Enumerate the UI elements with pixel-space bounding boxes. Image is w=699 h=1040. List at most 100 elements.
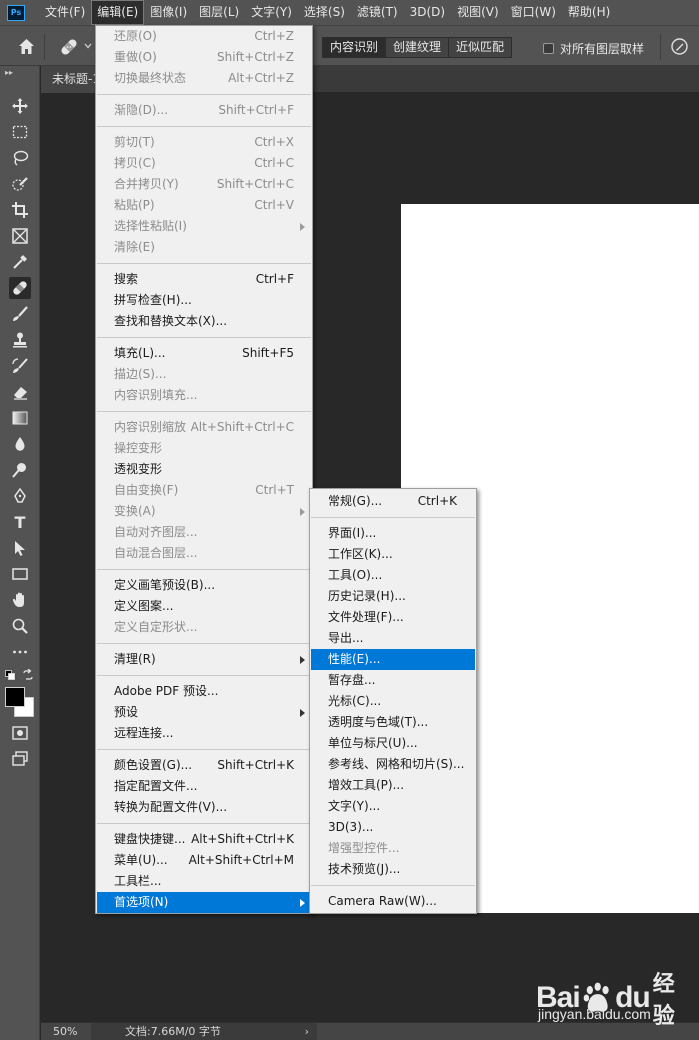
- band-aid-icon[interactable]: [58, 36, 80, 58]
- preferences-menu-item-7[interactable]: 导出...: [311, 628, 475, 649]
- more-tools-icon[interactable]: [9, 641, 31, 663]
- menu-layer[interactable]: 图层(L): [193, 0, 245, 25]
- preferences-menu-item-13[interactable]: 参考线、网格和切片(S)...: [311, 754, 475, 775]
- preferences-menu-item-20[interactable]: Camera Raw(W)...: [311, 891, 475, 912]
- document-info[interactable]: 文档:7.66M/0 字节 ›: [91, 1023, 317, 1040]
- edit-menu-item-35[interactable]: Adobe PDF 预设...: [97, 681, 311, 702]
- edit-menu-item-2[interactable]: 切换最终状态 Alt+Ctrl+Z: [97, 68, 311, 89]
- edit-menu-item-44[interactable]: 菜单(U)... Alt+Shift+Ctrl+M: [97, 850, 311, 871]
- marquee-tool-icon[interactable]: [9, 121, 31, 143]
- preferences-menu-item-18[interactable]: 技术预览(J)...: [311, 859, 475, 880]
- create-texture-button[interactable]: 创建纹理: [386, 38, 450, 57]
- ps-logo-icon[interactable]: Ps: [7, 4, 25, 21]
- lasso-tool-icon[interactable]: [9, 147, 31, 169]
- brush-tool-icon[interactable]: [9, 303, 31, 325]
- blur-tool-icon[interactable]: [9, 433, 31, 455]
- preferences-menu-item-11[interactable]: 透明度与色域(T)...: [311, 712, 475, 733]
- menu-filter[interactable]: 滤镜(T): [351, 0, 404, 25]
- edit-menu-item-40[interactable]: 指定配置文件...: [97, 776, 311, 797]
- edit-menu-item-29[interactable]: 定义画笔预设(B)...: [97, 575, 311, 596]
- move-tool-icon[interactable]: [9, 95, 31, 117]
- preferences-menu-item-12[interactable]: 单位与标尺(U)...: [311, 733, 475, 754]
- default-colors-icon[interactable]: [5, 670, 15, 680]
- preferences-menu-item-3[interactable]: 工作区(K)...: [311, 544, 475, 565]
- zoom-tool-icon[interactable]: [9, 615, 31, 637]
- preferences-menu-item-14[interactable]: 增效工具(P)...: [311, 775, 475, 796]
- menu-select[interactable]: 选择(S): [298, 0, 351, 25]
- healing-brush-tool-icon[interactable]: [9, 277, 31, 299]
- type-tool-icon[interactable]: T: [9, 511, 31, 533]
- menu-help[interactable]: 帮助(H): [562, 0, 616, 25]
- menu-edit[interactable]: 编辑(E): [91, 0, 145, 25]
- path-selection-tool-icon[interactable]: [9, 537, 31, 559]
- edit-menu-item-1[interactable]: 重做(O) Shift+Ctrl+Z: [97, 47, 311, 68]
- preferences-menu-item-10[interactable]: 光标(C)...: [311, 691, 475, 712]
- preferences-menu-item-0[interactable]: 常规(G)... Ctrl+K: [311, 491, 475, 512]
- preferences-menu-item-6[interactable]: 文件处理(F)...: [311, 607, 475, 628]
- edit-menu-item-7[interactable]: 拷贝(C) Ctrl+C: [97, 153, 311, 174]
- edit-menu-item-24[interactable]: 自由变换(F) Ctrl+T: [97, 480, 311, 501]
- sample-all-layers-option[interactable]: 对所有图层取样: [543, 40, 644, 57]
- edit-menu-item-4[interactable]: 渐隐(D)... Shift+Ctrl+F: [97, 100, 311, 121]
- proximity-match-button[interactable]: 近似匹配: [449, 38, 512, 57]
- swap-colors-icon[interactable]: [22, 669, 34, 681]
- foreground-color-swatch[interactable]: [5, 687, 25, 707]
- menu-view[interactable]: 视图(V): [451, 0, 505, 25]
- menu-window[interactable]: 窗口(W): [505, 0, 562, 25]
- content-aware-button[interactable]: 内容识别: [323, 38, 387, 57]
- edit-menu-item-11[interactable]: 清除(E): [97, 237, 311, 258]
- pressure-pen-icon[interactable]: [670, 37, 689, 56]
- dodge-tool-icon[interactable]: [9, 459, 31, 481]
- chevron-right-icon[interactable]: ›: [305, 1023, 309, 1040]
- edit-menu-item-45[interactable]: 工具栏...: [97, 871, 311, 892]
- preferences-menu-item-15[interactable]: 文字(Y)...: [311, 796, 475, 817]
- document-tab[interactable]: 未标题-1: [41, 66, 101, 93]
- hand-tool-icon[interactable]: [9, 589, 31, 611]
- eyedropper-tool-icon[interactable]: [9, 251, 31, 273]
- edit-menu-item-33[interactable]: 清理(R): [97, 649, 311, 670]
- menu-image[interactable]: 图像(I): [144, 0, 193, 25]
- quick-mask-icon[interactable]: [9, 722, 31, 744]
- edit-menu-item-15[interactable]: 查找和替换文本(X)...: [97, 311, 311, 332]
- edit-menu-item-37[interactable]: 远程连接...: [97, 723, 311, 744]
- edit-menu-item-0[interactable]: 还原(O) Ctrl+Z: [97, 26, 311, 47]
- chevron-down-icon[interactable]: [84, 42, 92, 50]
- menu-type[interactable]: 文字(Y): [245, 0, 298, 25]
- edit-menu-item-21[interactable]: 内容识别缩放 Alt+Shift+Ctrl+C: [97, 417, 311, 438]
- home-icon[interactable]: [18, 38, 35, 55]
- frame-tool-icon[interactable]: [9, 225, 31, 247]
- crop-tool-icon[interactable]: [9, 199, 31, 221]
- edit-menu-item-36[interactable]: 预设: [97, 702, 311, 723]
- preferences-menu-item-17[interactable]: 增强型控件...: [311, 838, 475, 859]
- preferences-menu-item-4[interactable]: 工具(O)...: [311, 565, 475, 586]
- edit-menu-item-30[interactable]: 定义图案...: [97, 596, 311, 617]
- edit-menu-item-9[interactable]: 粘贴(P) Ctrl+V: [97, 195, 311, 216]
- preferences-menu-item-2[interactable]: 界面(I)...: [311, 523, 475, 544]
- quick-selection-tool-icon[interactable]: [9, 173, 31, 195]
- edit-menu-item-43[interactable]: 键盘快捷键... Alt+Shift+Ctrl+K: [97, 829, 311, 850]
- edit-menu-item-19[interactable]: 内容识别填充...: [97, 385, 311, 406]
- edit-menu-item-26[interactable]: 自动对齐图层...: [97, 522, 311, 543]
- gradient-tool-icon[interactable]: [9, 407, 31, 429]
- menu-3d[interactable]: 3D(D): [404, 0, 451, 25]
- clone-stamp-tool-icon[interactable]: [9, 329, 31, 351]
- edit-menu-item-39[interactable]: 颜色设置(G)... Shift+Ctrl+K: [97, 755, 311, 776]
- edit-menu-item-8[interactable]: 合并拷贝(Y) Shift+Ctrl+C: [97, 174, 311, 195]
- sample-all-layers-checkbox[interactable]: [543, 43, 554, 54]
- history-brush-tool-icon[interactable]: [9, 355, 31, 377]
- edit-menu-item-23[interactable]: 透视变形: [97, 459, 311, 480]
- edit-menu-item-22[interactable]: 操控变形: [97, 438, 311, 459]
- edit-menu-item-25[interactable]: 变换(A): [97, 501, 311, 522]
- eraser-tool-icon[interactable]: [9, 381, 31, 403]
- zoom-level[interactable]: 50%: [53, 1025, 77, 1038]
- menu-file[interactable]: 文件(F): [39, 0, 91, 25]
- pen-tool-icon[interactable]: [9, 485, 31, 507]
- preferences-menu-item-9[interactable]: 暂存盘...: [311, 670, 475, 691]
- preferences-menu-item-5[interactable]: 历史记录(H)...: [311, 586, 475, 607]
- edit-menu-item-18[interactable]: 描边(S)...: [97, 364, 311, 385]
- edit-menu-item-46[interactable]: 首选项(N): [97, 892, 311, 913]
- preferences-menu-item-16[interactable]: 3D(3)...: [311, 817, 475, 838]
- collapse-arrows-icon[interactable]: ▸▸: [5, 68, 13, 77]
- rectangle-tool-icon[interactable]: [9, 563, 31, 585]
- edit-menu-item-13[interactable]: 搜索 Ctrl+F: [97, 269, 311, 290]
